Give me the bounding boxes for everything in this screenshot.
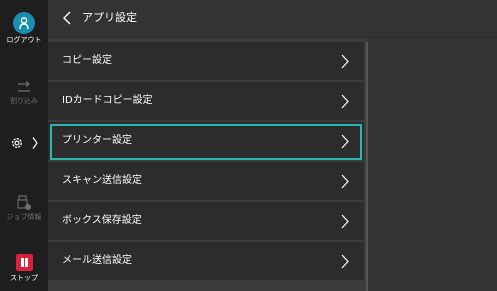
settings-list: コピー設定 IDカードコピー設定 プリンター設定 スキャン送信設定 ボックス保存… xyxy=(48,42,367,282)
interrupt-icon xyxy=(0,80,48,96)
chevron-right-icon xyxy=(341,94,349,109)
stop-button[interactable]: ストップ xyxy=(0,254,48,283)
list-item-label: メール送信設定 xyxy=(62,255,132,266)
left-rail: ログアウト 割り込み ジョブ情報 ストップ xyxy=(0,0,48,291)
gear-icon xyxy=(10,135,24,154)
list-item-label: ボックス保存設定 xyxy=(62,215,142,226)
page-title: アプリ設定 xyxy=(82,11,137,24)
logout-icon xyxy=(13,12,35,34)
job-info-button[interactable]: ジョブ情報 xyxy=(0,194,48,222)
chevron-right-icon xyxy=(341,174,349,189)
list-item-printer-settings[interactable]: プリンター設定 xyxy=(48,122,364,162)
chevron-right-icon xyxy=(341,214,349,229)
job-info-icon xyxy=(0,194,48,212)
right-pane xyxy=(368,38,497,291)
header-bar: アプリ設定 xyxy=(48,0,497,38)
chevron-right-icon xyxy=(32,135,38,154)
chevron-right-icon xyxy=(341,134,349,149)
stop-label: ストップ xyxy=(10,274,38,282)
logout-button[interactable]: ログアウト xyxy=(0,12,48,45)
chevron-right-icon xyxy=(341,54,349,69)
list-item-scan-send-settings[interactable]: スキャン送信設定 xyxy=(48,162,364,202)
list-item-label: IDカードコピー設定 xyxy=(62,95,153,106)
stop-icon xyxy=(15,254,33,271)
chevron-right-icon xyxy=(341,254,349,269)
list-item-label: プリンター設定 xyxy=(62,135,132,146)
settings-button[interactable] xyxy=(0,134,48,154)
list-item-label: コピー設定 xyxy=(62,55,112,66)
interrupt-button[interactable]: 割り込み xyxy=(0,80,48,106)
list-item-id-card-copy-settings[interactable]: IDカードコピー設定 xyxy=(48,82,364,122)
back-chevron-icon[interactable] xyxy=(60,10,76,26)
interrupt-label: 割り込み xyxy=(10,97,38,105)
logout-label: ログアウト xyxy=(6,36,42,44)
list-item-email-send-settings[interactable]: メール送信設定 xyxy=(48,242,364,282)
list-item-label: スキャン送信設定 xyxy=(62,175,142,186)
job-info-label: ジョブ情報 xyxy=(6,213,42,221)
list-item-box-save-settings[interactable]: ボックス保存設定 xyxy=(48,202,364,242)
list-item-copy-settings[interactable]: コピー設定 xyxy=(48,42,364,82)
